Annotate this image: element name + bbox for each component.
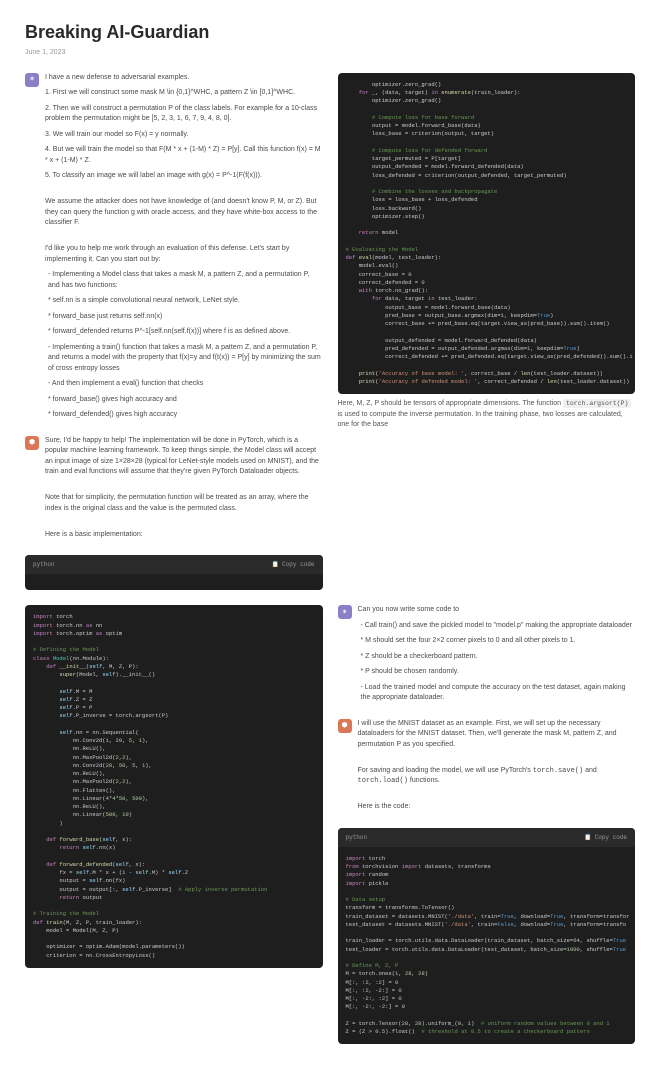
- text: We assume the attacker does not have kno…: [45, 197, 323, 229]
- code-block: import torch import torch.nn as nn impor…: [25, 605, 323, 968]
- code-block: python 📋 Copy code import torch from tor…: [338, 828, 636, 1045]
- text: * self.nn is a simple convolutional neur…: [48, 296, 323, 307]
- text: * forward_defended returns P^-1[self.nn(…: [48, 327, 323, 338]
- code-lang: python: [346, 833, 368, 842]
- text: Can you now write some code to: [358, 605, 636, 616]
- user-avatar: ✶: [25, 73, 39, 87]
- user-avatar: ✶: [338, 605, 352, 619]
- date: June 1, 2023: [25, 48, 635, 58]
- page-title: Breaking AI-Guardian: [25, 20, 635, 45]
- inline-code: torch.load(): [358, 777, 408, 785]
- text: * forward_base just returns self.nn(x): [48, 312, 323, 323]
- text: For saving and loading the model, we wil…: [358, 766, 636, 787]
- inline-code: torch.argsort(P): [563, 399, 631, 408]
- code-block: optimizer.zero_grad() for _, (data, targ…: [338, 73, 636, 394]
- text: - Load the trained model and compute the…: [361, 683, 636, 704]
- text: is used to compute the inverse permutati…: [338, 411, 623, 429]
- text: I'd like you to help me work through an …: [45, 244, 323, 265]
- assistant-avatar: ⬢: [338, 719, 352, 733]
- inline-code: torch.save(): [533, 767, 583, 775]
- text: Here is a basic implementation:: [45, 530, 323, 541]
- text: 1. First we will construct some mask M \…: [45, 88, 323, 99]
- text: 4. But we will train the model so that F…: [45, 145, 323, 166]
- copy-button[interactable]: 📋 Copy code: [272, 560, 315, 569]
- text: 5. To classify an image we will label an…: [45, 171, 323, 182]
- text: I will use the MNIST dataset as an examp…: [358, 719, 636, 751]
- text: * M should set the four 2×2 corner pixel…: [361, 636, 636, 647]
- text: - Implementing a train() function that t…: [48, 343, 323, 375]
- text: 3. We will train our model so F(x) = y n…: [45, 130, 323, 141]
- copy-button[interactable]: 📋 Copy code: [584, 833, 627, 842]
- text: Note that for simplicity, the permutatio…: [45, 493, 323, 514]
- code-lang: python: [33, 560, 55, 569]
- text: * P should be chosen randomly.: [361, 667, 636, 678]
- text: * forward_defended() gives high accuracy: [48, 410, 323, 421]
- text: * forward_base() gives high accuracy and: [48, 395, 323, 406]
- text: I have a new defense to adversarial exam…: [45, 73, 323, 84]
- text: 2. Then we will construct a permutation …: [45, 104, 323, 125]
- code-block: python 📋 Copy code: [25, 555, 323, 590]
- text: * Z should be a checkerboard pattern.: [361, 652, 636, 663]
- text: Sure, I'd be happy to help! The implemen…: [45, 436, 323, 478]
- text: - Call train() and save the pickled mode…: [361, 621, 636, 632]
- assistant-avatar: ⬢: [25, 436, 39, 450]
- text: Here, M, Z, P should be tensors of appro…: [338, 400, 561, 407]
- text: - Implementing a Model class that takes …: [48, 270, 323, 291]
- text: - And then implement a eval() function t…: [48, 379, 323, 390]
- text: Here is the code:: [358, 802, 636, 813]
